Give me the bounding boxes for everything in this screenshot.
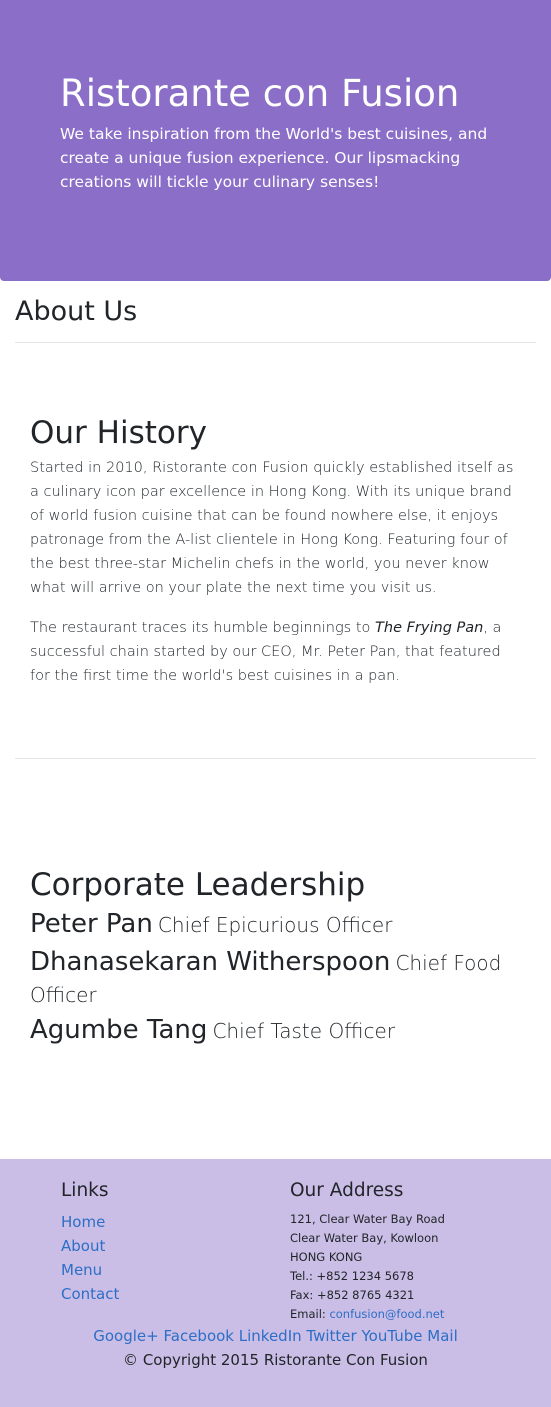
history-heading: Our History — [30, 415, 207, 451]
leader-name: Peter Pan — [30, 909, 153, 939]
links-heading: Links — [61, 1180, 109, 1201]
leader-title: Chief Epicurious Officer — [157, 913, 393, 937]
youtube-link[interactable]: YouTube — [361, 1327, 422, 1345]
twitter-link[interactable]: Twitter — [306, 1327, 356, 1345]
page-title: About Us — [15, 296, 138, 327]
history-paragraph-2: The restaurant traces its humble beginni… — [30, 616, 522, 688]
divider — [15, 342, 536, 343]
brand-tagline: We take inspiration from the World's bes… — [60, 125, 488, 191]
frying-pan-emphasis: The Frying Pan — [375, 620, 484, 636]
copyright: © Copyright 2015 Ristorante Con Fusion — [123, 1351, 428, 1369]
address-block: 121, Clear Water Bay Road Clear Water Ba… — [290, 1210, 445, 1324]
history-paragraph-2-start: The restaurant traces its humble beginni… — [30, 620, 376, 636]
facebook-link[interactable]: Facebook — [164, 1327, 234, 1345]
history-paragraph-1: Started in 2010, Ristorante con Fusion q… — [30, 460, 514, 596]
address-line: Clear Water Bay, Kowloon — [290, 1231, 439, 1245]
email-line: Email: confusion@food.net — [290, 1305, 445, 1324]
footer-link-home[interactable]: Home — [61, 1210, 119, 1234]
leadership-heading: Corporate Leadership — [30, 867, 366, 903]
jumbotron: Ristorante con Fusion We take inspiratio… — [0, 0, 551, 281]
leader-item: Peter Pan Chief Epicurious Officer — [30, 909, 530, 942]
address-line: 121, Clear Water Bay Road — [290, 1212, 445, 1226]
address-heading: Our Address — [290, 1180, 404, 1201]
footer-links: Home About Menu Contact — [61, 1210, 119, 1306]
footer-link-menu[interactable]: Menu — [61, 1258, 119, 1282]
address-line: HONG KONG — [290, 1250, 363, 1264]
email-label: Email: — [290, 1307, 330, 1321]
google-plus-link[interactable]: Google+ — [93, 1327, 158, 1345]
fax: Fax: +852 8765 4321 — [290, 1288, 415, 1302]
leader-item: Dhanasekaran Witherspoon Chief Food Offi… — [30, 947, 530, 1012]
footer-link-contact[interactable]: Contact — [61, 1282, 119, 1306]
brand-title: Ristorante con Fusion — [60, 72, 460, 115]
leader-name: Agumbe Tang — [30, 1015, 208, 1045]
leader-name: Dhanasekaran Witherspoon — [30, 947, 391, 977]
divider — [15, 758, 536, 759]
email-link[interactable]: confusion@food.net — [329, 1307, 444, 1321]
leader-item: Agumbe Tang Chief Taste Officer — [30, 1015, 530, 1048]
linkedin-link[interactable]: LinkedIn — [239, 1327, 302, 1345]
telephone: Tel.: +852 1234 5678 — [290, 1269, 414, 1283]
footer-link-about[interactable]: About — [61, 1234, 119, 1258]
social-links: Google+ Facebook LinkedIn Twitter YouTub… — [0, 1324, 551, 1348]
mail-link[interactable]: Mail — [427, 1327, 457, 1345]
leader-title: Chief Taste Officer — [212, 1019, 396, 1043]
